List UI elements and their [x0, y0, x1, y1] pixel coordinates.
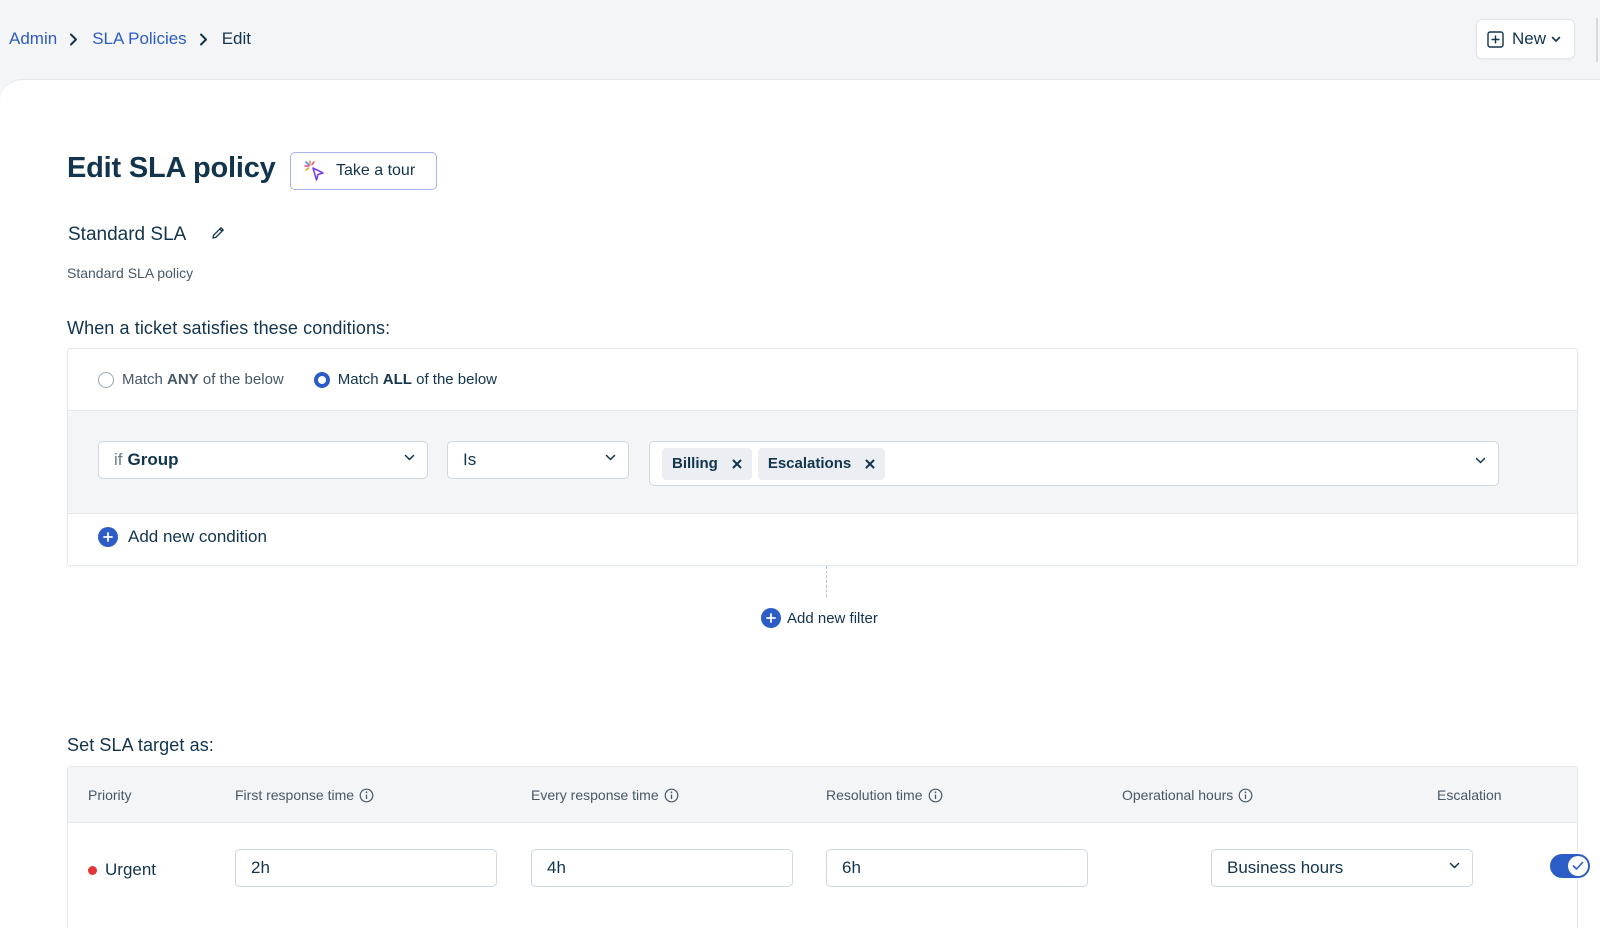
- check-icon: [1568, 856, 1588, 876]
- column-label: Escalation: [1437, 787, 1502, 803]
- column-label: Priority: [88, 787, 132, 803]
- priority-dot: [88, 865, 97, 875]
- plus-circle-icon: [761, 608, 781, 628]
- sla-target-table: Priority First response time Every respo…: [67, 766, 1590, 928]
- operational-hours-select[interactable]: Business hours: [1211, 849, 1473, 887]
- sla-target-heading: Set SLA target as:: [67, 735, 214, 755]
- new-button-label: New: [1512, 29, 1547, 48]
- add-condition-button[interactable]: Add new condition: [98, 527, 267, 547]
- pencil-icon[interactable]: [210, 225, 226, 246]
- resolution-time-input[interactable]: [826, 849, 1088, 887]
- match-all-label: Match ALL of the below: [337, 371, 497, 388]
- close-icon[interactable]: [865, 459, 875, 469]
- column-header-priority: Priority: [88, 787, 132, 803]
- plus-square-icon: [1487, 30, 1504, 48]
- column-header-operational-hours: Operational hours: [1122, 787, 1253, 803]
- operator-value: Is: [463, 450, 477, 469]
- add-filter-label: Add new filter: [787, 609, 878, 627]
- column-label: Every response time: [531, 787, 659, 803]
- breadcrumb-sla-policies-link[interactable]: SLA Policies: [92, 29, 187, 49]
- field-prefix: if: [114, 450, 123, 469]
- page-title: Edit SLA policy: [67, 152, 276, 184]
- condition-operator-select[interactable]: Is: [447, 441, 629, 479]
- match-all-option[interactable]: Match ALL of the below: [313, 371, 497, 388]
- chevron-down-icon: [1551, 36, 1561, 43]
- conditions-heading: When a ticket satisfies these conditions…: [67, 318, 391, 338]
- info-icon[interactable]: [359, 788, 374, 803]
- priority-cell: Urgent: [88, 860, 156, 880]
- condition-values-select[interactable]: Billing Escalations: [649, 441, 1499, 486]
- add-filter-button[interactable]: Add new filter: [761, 608, 878, 628]
- match-any-label: Match ANY of the below: [122, 371, 284, 388]
- plus-circle-icon: [98, 527, 118, 547]
- value-chip: Billing: [662, 447, 752, 480]
- info-icon[interactable]: [1238, 788, 1253, 803]
- policy-name: Standard SLA: [68, 224, 187, 245]
- add-condition-label: Add new condition: [128, 527, 267, 546]
- chip-label: Escalations: [767, 455, 852, 472]
- match-any-option[interactable]: Match ANY of the below: [98, 371, 284, 388]
- column-header-escalation: Escalation: [1437, 787, 1502, 803]
- value-chip: Escalations: [757, 447, 886, 480]
- info-icon[interactable]: [664, 788, 679, 803]
- close-icon[interactable]: [732, 459, 742, 469]
- condition-rule-row: if Group Is Billing Escalations: [68, 411, 1577, 514]
- breadcrumb-current: Edit: [221, 29, 251, 48]
- column-label: Operational hours: [1122, 787, 1234, 803]
- main-panel: Edit SLA policy Take a tour Standard SLA…: [0, 79, 1600, 928]
- top-bar: Admin SLA Policies Edit New: [0, 0, 1600, 80]
- new-button[interactable]: New: [1476, 19, 1575, 59]
- policy-description: Standard SLA policy: [67, 265, 194, 281]
- breadcrumb-admin-link[interactable]: Admin: [9, 29, 57, 49]
- chevron-right-icon: [199, 33, 208, 46]
- column-header-every-response: Every response time: [531, 787, 679, 803]
- column-label: Resolution time: [826, 787, 923, 803]
- table-header: Priority First response time Every respo…: [68, 767, 1577, 823]
- match-any-radio[interactable]: [98, 371, 114, 388]
- condition-field-select[interactable]: if Group: [98, 441, 428, 479]
- field-value: Group: [127, 450, 179, 469]
- priority-label: Urgent: [105, 860, 157, 879]
- chevron-down-icon: [404, 454, 415, 462]
- connector-line: [826, 566, 827, 597]
- chevron-right-icon: [69, 33, 78, 46]
- take-a-tour-label: Take a tour: [336, 162, 416, 179]
- chevron-down-icon: [1475, 457, 1486, 465]
- first-response-time-input[interactable]: [235, 849, 497, 887]
- operational-hours-value: Business hours: [1227, 858, 1344, 877]
- column-label: First response time: [235, 787, 355, 803]
- column-header-resolution: Resolution time: [826, 787, 943, 803]
- breadcrumb: Admin SLA Policies Edit: [9, 28, 251, 50]
- panel-divider: [1596, 18, 1598, 62]
- chevron-down-icon: [605, 454, 616, 462]
- info-icon[interactable]: [928, 788, 943, 803]
- column-header-first-response: First response time: [235, 787, 374, 803]
- match-mode-row: Match ANY of the below Match ALL of the …: [68, 349, 1577, 411]
- cursor-sparkle-icon: [303, 159, 327, 183]
- every-response-time-input[interactable]: [531, 849, 793, 887]
- chip-label: Billing: [672, 455, 718, 472]
- take-a-tour-button[interactable]: Take a tour: [290, 152, 437, 190]
- match-all-radio[interactable]: [313, 371, 330, 388]
- escalation-toggle[interactable]: [1550, 854, 1590, 878]
- chevron-down-icon: [1449, 862, 1460, 870]
- conditions-box: Match ANY of the below Match ALL of the …: [67, 348, 1578, 566]
